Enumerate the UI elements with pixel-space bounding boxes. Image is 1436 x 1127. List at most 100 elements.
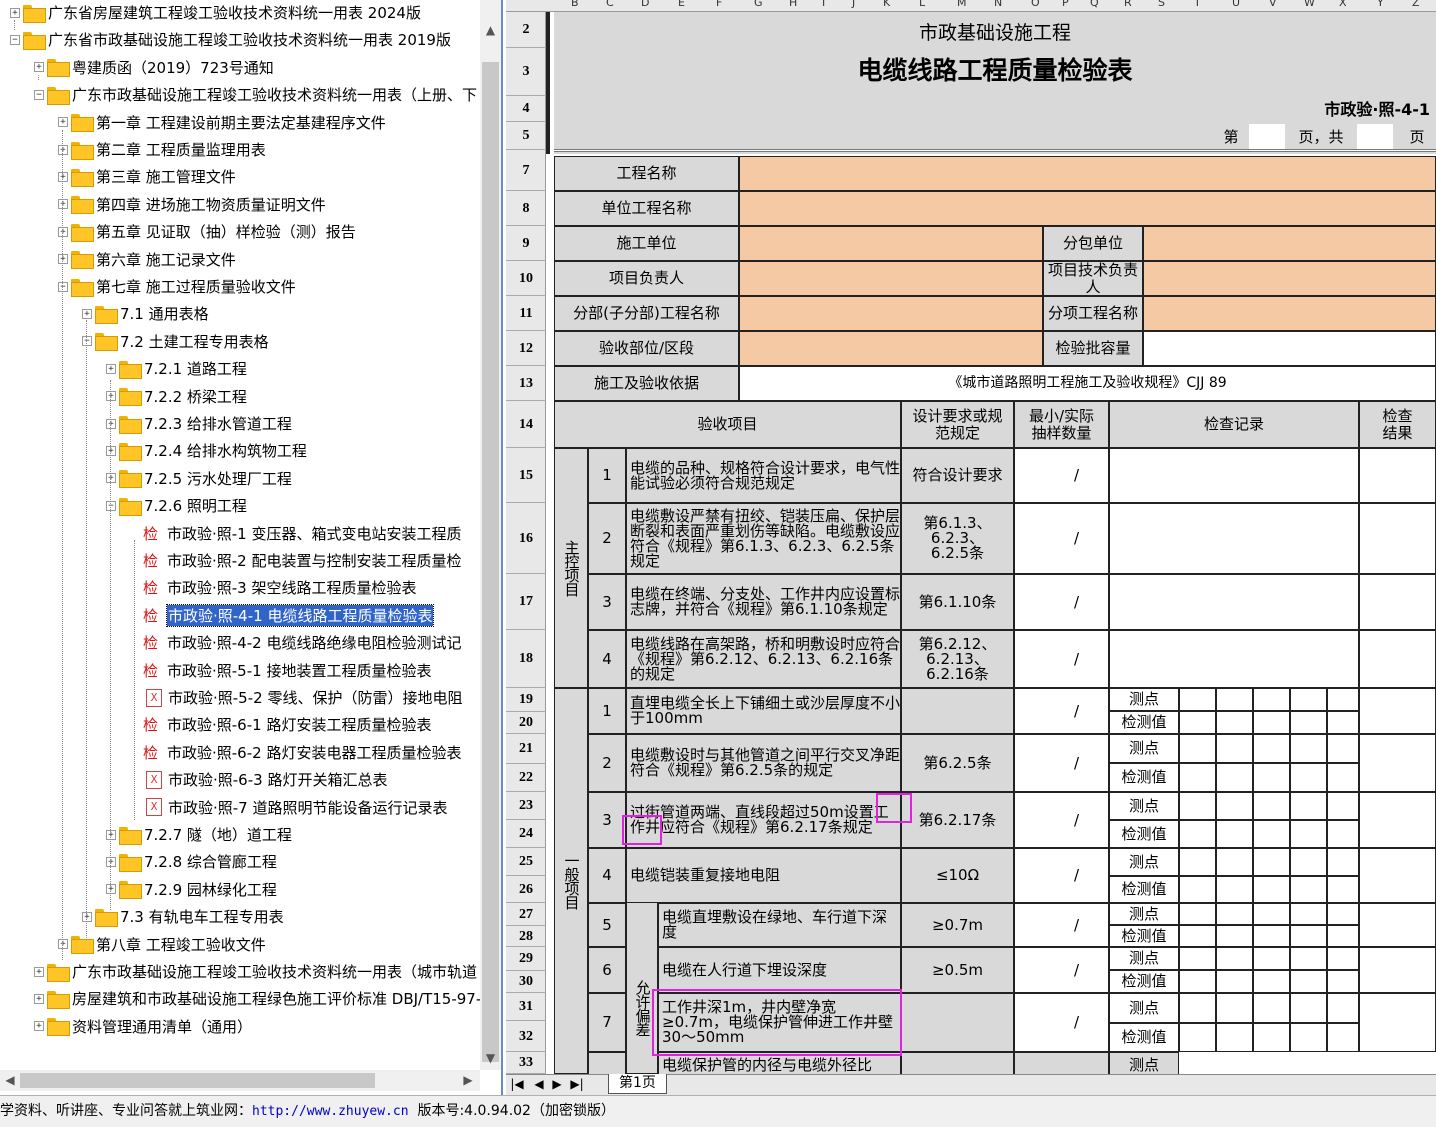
- main-item-result[interactable]: [1359, 574, 1436, 630]
- column-header[interactable]: L: [919, 0, 925, 9]
- row-header[interactable]: 13: [506, 366, 546, 401]
- row-header[interactable]: 31: [506, 993, 546, 1021]
- measure-value-cell[interactable]: [1216, 925, 1253, 947]
- tree-item[interactable]: + 第六章 施工记录文件: [58, 246, 236, 273]
- measure-point-cell[interactable]: [1216, 688, 1253, 711]
- measure-point-cell[interactable]: [1179, 947, 1216, 970]
- tree-item[interactable]: +7.2.1 道路工程: [106, 355, 247, 382]
- tree-item[interactable]: +7.2.4 给排水构筑物工程: [106, 437, 307, 464]
- tree-item[interactable]: 检市政验·照-1 变压器、箱式变电站安装工程质: [130, 520, 462, 547]
- measure-value-cell[interactable]: [1253, 763, 1290, 792]
- expand-icon[interactable]: +: [58, 144, 68, 155]
- gen-item-sample[interactable]: /: [1074, 903, 1109, 947]
- tree-item[interactable]: + 第四章 进场施工物资质量证明文件: [58, 191, 326, 218]
- measure-value-cell[interactable]: [1179, 925, 1216, 947]
- measure-value-cell[interactable]: [1290, 876, 1327, 903]
- measure-value-cell[interactable]: [1253, 1023, 1290, 1052]
- measure-value-cell[interactable]: [1216, 763, 1253, 792]
- row-header[interactable]: 5: [506, 122, 546, 150]
- row-header[interactable]: 17: [506, 574, 546, 630]
- measure-value-cell[interactable]: [1179, 711, 1216, 734]
- row-header[interactable]: 7: [506, 150, 546, 191]
- row-header[interactable]: 29: [506, 947, 546, 971]
- tree-item[interactable]: 检市政验·照-5-1 接地装置工程质量检验表: [130, 657, 431, 684]
- column-header[interactable]: H: [789, 0, 797, 9]
- main-item-sample-min[interactable]: [1014, 574, 1074, 630]
- main-item-sample-min[interactable]: [1014, 503, 1074, 574]
- measure-value-cell[interactable]: [1253, 711, 1290, 734]
- measure-value-cell[interactable]: [1327, 970, 1359, 993]
- measure-value-cell[interactable]: [1216, 1023, 1253, 1052]
- subcontractor-field[interactable]: [1143, 226, 1436, 261]
- tree-item[interactable]: X 市政验·照-6-3 路灯开关箱汇总表: [130, 766, 387, 793]
- location-field[interactable]: [739, 331, 1043, 366]
- status-url[interactable]: http://www.zhuyew.cn: [252, 1104, 409, 1119]
- tree-item[interactable]: +7.2.2 桥梁工程: [106, 383, 247, 410]
- measure-value-cell[interactable]: [1216, 970, 1253, 993]
- measure-value-cell[interactable]: [1327, 925, 1359, 947]
- column-header[interactable]: S: [1158, 0, 1165, 9]
- sheet-tab-page1[interactable]: 第1页: [608, 1074, 667, 1094]
- measure-point-cell[interactable]: [1290, 993, 1327, 1023]
- scroll-up-icon[interactable]: ▲: [480, 20, 501, 40]
- tree-item[interactable]: + 广东市政基础设施工程竣工验收技术资料统一用表（城市轨道: [34, 958, 477, 985]
- gen-item-sample-min[interactable]: [1014, 903, 1074, 947]
- tree-item[interactable]: + 第一章 工程建设前期主要法定基建程序文件: [58, 109, 386, 136]
- measure-value-cell[interactable]: [1216, 711, 1253, 734]
- expand-icon[interactable]: +: [34, 62, 44, 73]
- row-header[interactable]: 30: [506, 971, 546, 993]
- expand-icon[interactable]: +: [58, 254, 68, 265]
- measure-point-cell[interactable]: [1290, 903, 1327, 925]
- tree-item[interactable]: + 第三章 施工管理文件: [58, 163, 236, 190]
- measure-value-cell[interactable]: [1253, 820, 1290, 848]
- tree-item[interactable]: +7.2.8 综合管廊工程: [106, 848, 277, 875]
- tree-item[interactable]: +7.1 通用表格: [82, 300, 209, 327]
- measure-point-cell[interactable]: [1327, 993, 1359, 1023]
- gen-item-sample[interactable]: /: [1074, 848, 1109, 903]
- measure-value-cell[interactable]: [1290, 925, 1327, 947]
- measure-point-cell[interactable]: [1253, 734, 1290, 763]
- scroll-down-icon[interactable]: ▼: [480, 1048, 501, 1068]
- expand-icon[interactable]: +: [34, 1021, 44, 1032]
- measure-value-cell[interactable]: [1290, 763, 1327, 792]
- tech-lead-field[interactable]: [1143, 261, 1436, 296]
- main-item-sample[interactable]: /: [1074, 448, 1109, 503]
- measure-point-cell[interactable]: [1179, 848, 1216, 876]
- measure-value-cell[interactable]: [1327, 820, 1359, 848]
- measure-value-cell[interactable]: [1253, 970, 1290, 993]
- row-header[interactable]: 33: [506, 1052, 546, 1074]
- column-header[interactable]: W: [1304, 0, 1315, 9]
- measure-point-cell[interactable]: [1253, 688, 1290, 711]
- column-header[interactable]: P: [1062, 0, 1069, 9]
- column-header[interactable]: Y: [1377, 0, 1384, 9]
- sub-part-field[interactable]: [739, 296, 1043, 331]
- measure-point-cell[interactable]: [1253, 792, 1290, 820]
- last-sheet-icon[interactable]: ▶|: [570, 1077, 584, 1091]
- page-number-field[interactable]: [1249, 124, 1285, 150]
- tree-item[interactable]: − 7.2.6 照明工程: [106, 492, 247, 519]
- main-item-result[interactable]: [1359, 503, 1436, 574]
- measure-point-cell[interactable]: [1179, 792, 1216, 820]
- measure-value-cell[interactable]: [1327, 711, 1359, 734]
- expand-icon[interactable]: +: [58, 939, 68, 950]
- expand-icon[interactable]: +: [58, 199, 68, 210]
- column-header[interactable]: N: [994, 0, 1002, 9]
- tree-item[interactable]: + 资料管理通用清单（通用）: [34, 1013, 252, 1040]
- tree-item[interactable]: +7.2.3 给排水管道工程: [106, 410, 292, 437]
- expand-icon[interactable]: +: [106, 856, 116, 867]
- expand-icon[interactable]: +: [106, 829, 116, 840]
- measure-value-cell[interactable]: [1327, 763, 1359, 792]
- row-header[interactable]: 10: [506, 261, 546, 296]
- row-header[interactable]: 20: [506, 712, 546, 734]
- tree-item[interactable]: − 7.2 土建工程专用表格: [82, 328, 269, 355]
- expand-icon[interactable]: +: [58, 171, 68, 182]
- row-header[interactable]: 8: [506, 191, 546, 226]
- gen-item-sample-min[interactable]: [1014, 947, 1074, 993]
- measure-value-cell[interactable]: [1253, 876, 1290, 903]
- tree-item[interactable]: 检市政验·照-6-1 路灯安装工程质量检验表: [130, 711, 431, 738]
- tree-item[interactable]: 检市政验·照-6-2 路灯安装电器工程质量检验表: [130, 739, 461, 766]
- main-item-record[interactable]: [1109, 574, 1359, 630]
- expand-icon[interactable]: +: [82, 308, 92, 319]
- measure-point-cell[interactable]: [1327, 688, 1359, 711]
- column-header[interactable]: Q: [1090, 0, 1099, 9]
